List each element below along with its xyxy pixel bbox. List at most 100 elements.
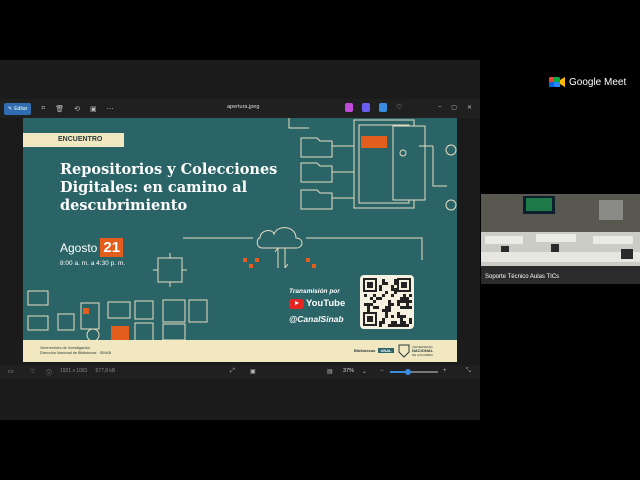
pencil-icon: ✎ (8, 105, 13, 112)
qr-module (376, 306, 379, 309)
qr-module (409, 294, 412, 297)
crop-icon[interactable]: ⌗ (41, 105, 45, 113)
file-size: 677,8 kB (95, 368, 116, 374)
qr-module (409, 306, 412, 309)
meet-camera-icon (549, 76, 565, 88)
qr-module (370, 303, 373, 306)
effects-tool-icon[interactable] (362, 103, 370, 112)
youtube-logo: YouTube (289, 298, 345, 309)
qr-module (400, 321, 403, 324)
meet-stage: Google Meet ✎ Editar ⌗ 🗑 ⟲ ▣ ⋯ apertura.… (0, 0, 640, 480)
qr-module (403, 324, 406, 327)
zoom-slider-knob[interactable] (404, 369, 411, 375)
participant-tile[interactable]: Soporte Técnico Aulas TICs (481, 194, 640, 284)
qr-module (382, 321, 385, 324)
bibliotecas-logo: Bibliotecas UNAL (354, 348, 394, 353)
zoom-out-icon[interactable]: − (380, 368, 384, 374)
qr-module (409, 321, 412, 324)
qr-module (397, 312, 400, 315)
qr-module (403, 294, 406, 297)
qr-module (397, 300, 400, 303)
qr-module (373, 300, 376, 303)
qr-module (403, 297, 406, 300)
image-icon[interactable]: ▣ (90, 105, 97, 113)
zoom-in-icon[interactable]: + (443, 368, 447, 374)
qr-module (382, 279, 385, 282)
heart-icon[interactable]: ♡ (396, 103, 404, 112)
slide-footer: Vicerrectoría de Investigación Dirección… (23, 340, 457, 362)
viewer-toolbar: ✎ Editar ⌗ 🗑 ⟲ ▣ ⋯ apertura.jpeg ♡ – ▢ ✕ (0, 99, 480, 118)
zoom-dropdown-icon[interactable]: ⌄ (362, 368, 367, 375)
file-title: apertura.jpeg (227, 104, 260, 110)
qr-module (379, 288, 382, 291)
event-hours: 8:00 a. m. a 4:30 p. m. (60, 260, 126, 267)
maximize-icon[interactable]: ▢ (451, 104, 457, 111)
qr-module (379, 297, 382, 300)
qr-module (382, 294, 385, 297)
qr-module (394, 288, 397, 291)
qr-module (406, 306, 409, 309)
qr-module (406, 297, 409, 300)
qr-module (403, 300, 406, 303)
event-month: Agosto (60, 240, 98, 255)
participant-name: Soporte Técnico Aulas TICs (485, 274, 560, 280)
qr-module (400, 300, 403, 303)
qr-code-pattern (363, 278, 412, 327)
fit-screen-icon[interactable]: ⤢ (230, 368, 235, 375)
headline-line: Repositorios y Colecciones (60, 161, 278, 178)
minimize-icon[interactable]: – (438, 104, 441, 111)
qr-module (397, 324, 400, 327)
ai-tools: ♡ (345, 103, 404, 112)
qr-module (376, 297, 379, 300)
google-meet-brand: Google Meet (569, 76, 627, 88)
qr-module (391, 315, 394, 318)
close-icon[interactable]: ✕ (467, 104, 472, 111)
qr-module (391, 294, 394, 297)
zoom-level[interactable]: 37% (343, 368, 354, 374)
qr-module (394, 282, 397, 285)
actual-size-icon[interactable]: ▣ (250, 368, 256, 375)
qr-module (367, 309, 370, 312)
qr-module (370, 297, 373, 300)
zoom-preview-icon[interactable]: ▤ (327, 368, 333, 375)
delete-icon[interactable]: 🗑 (55, 105, 64, 113)
qr-module (382, 318, 385, 321)
qr-module (373, 294, 376, 297)
slideshow-icon[interactable]: ▭ (8, 368, 14, 375)
qr-code (360, 275, 414, 329)
qr-module (388, 303, 391, 306)
footer-institution-line: Dirección Nacional de Bibliotecas · SINA… (40, 351, 112, 355)
file-info: 1921 x 1081 677,8 kB (60, 368, 115, 374)
university-logo: UNIVERSIDAD NACIONAL DE COLOMBIA (398, 344, 443, 358)
headline-line: descubrimiento (60, 197, 188, 214)
qr-module (394, 279, 397, 282)
adjust-tool-icon[interactable] (379, 103, 387, 112)
event-day: 21 (100, 238, 124, 257)
erase-tool-icon[interactable] (345, 103, 353, 112)
rotate-icon[interactable]: ⟲ (74, 105, 80, 113)
favorite-icon[interactable]: ♡ (30, 368, 35, 375)
event-slide: ENCUENTRO Repositorios y Colecciones Dig… (23, 118, 457, 362)
qr-module (403, 321, 406, 324)
qr-module (385, 315, 388, 318)
qr-module (406, 303, 409, 306)
qr-module (364, 294, 367, 297)
more-icon[interactable]: ⋯ (107, 105, 114, 113)
event-date: Agosto 21 (60, 238, 124, 257)
qr-module (409, 318, 412, 321)
qr-module (394, 291, 397, 294)
event-headline: Repositorios y Colecciones Digitales: en… (60, 161, 290, 215)
qr-module (403, 306, 406, 309)
qr-module (391, 303, 394, 306)
zoom-slider[interactable] (390, 369, 438, 375)
qr-module (406, 300, 409, 303)
qr-module (367, 306, 370, 309)
youtube-wordmark: YouTube (306, 298, 346, 309)
info-icon[interactable]: ⓘ (46, 368, 52, 377)
event-tag: ENCUENTRO (23, 133, 124, 147)
qr-module (388, 306, 391, 309)
fullscreen-icon[interactable]: ⤡ (466, 368, 471, 375)
edit-button[interactable]: ✎ Editar (4, 102, 32, 115)
qr-module (385, 306, 388, 309)
qr-module (385, 291, 388, 294)
